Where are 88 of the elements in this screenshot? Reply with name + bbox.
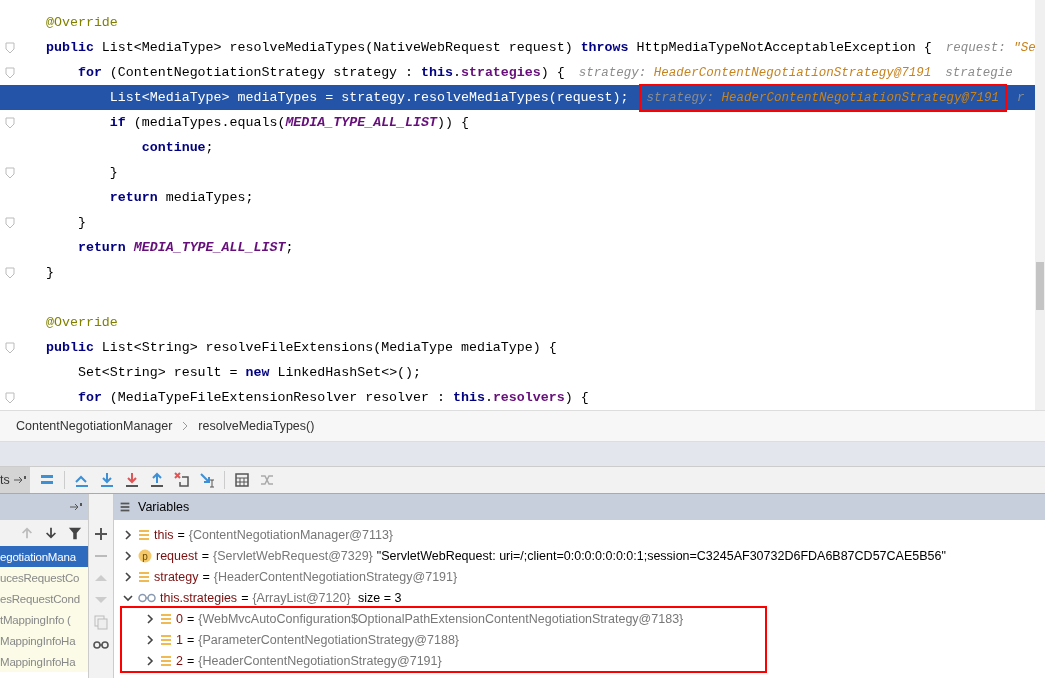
inline-value-hint: request: "Se [945,40,1035,55]
variable-name: 0 [176,611,183,626]
stack-frame[interactable]: ucesRequestCo [0,567,88,588]
inline-value-hint: strategie [945,65,1013,80]
expand-chevron-icon[interactable] [122,528,134,541]
run-to-cursor-icon[interactable] [198,472,215,488]
code-line: } [0,160,1035,185]
variable-name: this [154,527,174,542]
fold-marker-icon[interactable] [5,391,15,404]
stack-frame[interactable]: tMappingInfo ( [0,609,88,630]
variable-name: 2 [176,653,183,668]
code-line: @Override [45,14,119,32]
variable-name: 1 [176,632,183,647]
stack-frame[interactable]: esRequestCond [0,588,88,609]
code-line: if (mediaTypes.equals(MEDIA_TYPE_ALL_LIST)) { [0,110,1035,135]
field-icon [160,633,172,646]
code-line: } [0,210,1035,235]
step-into-icon[interactable] [98,472,115,488]
expand-chevron-icon[interactable] [144,633,156,646]
panel-title: Variables [138,500,190,514]
expand-chevron-icon[interactable] [122,549,134,562]
fold-marker-icon[interactable] [5,341,15,354]
inline-value-hint: strategy: HeaderContentNegotiationStrategy@7191 [578,65,932,80]
code-line: public List<MediaType> resolveMediaTypes(NativeWebRequest request) throws HttpMediaTypeNotAcceptableException { request: "Se [0,35,1035,60]
code-line: continue; [140,139,215,157]
glasses-icon [138,592,156,603]
step-out-icon[interactable] [148,472,165,488]
fold-marker-icon[interactable] [5,116,15,129]
stack-frame[interactable]: egotiationMana [0,546,88,567]
equals-sign: = [202,569,210,584]
expand-chevron-icon[interactable] [144,612,156,625]
fold-marker-icon[interactable] [5,41,15,54]
code-line: for (ContentNegotiationStrategy strategy : this.strategies) { strategy: HeaderContentNegotiationStrategy@7191 strategie [0,60,1035,85]
field-icon [138,528,150,541]
field-icon [160,612,172,625]
code-line: @Override [45,314,119,332]
variable-name: this.strategies [160,590,238,605]
equals-sign: = [241,590,249,605]
chevron-separator-icon [182,421,189,431]
equals-sign: = [186,611,195,626]
tool-tab[interactable]: ts [0,467,30,493]
pin-icon[interactable] [13,476,26,484]
variable-value: {ContentNegotiationManager@7113} [188,527,394,542]
fold-marker-icon[interactable] [5,266,15,279]
variable-value: {HeaderContentNegotiationStrategy@7191} [198,653,442,668]
arrow-down-icon[interactable] [44,526,58,540]
fold-marker-icon[interactable] [5,216,15,229]
variable-name: request [156,548,198,563]
code-line: Set<String> result = new LinkedHashSet<>(); [76,364,423,382]
collection-size: size = 3 [357,590,402,605]
parameter-icon: p [138,548,152,563]
equals-sign: = [177,527,185,542]
code-line: return mediaTypes; [108,189,255,207]
inline-value-hint: r [1017,90,1025,105]
pin-icon[interactable] [70,503,82,511]
equals-sign: = [186,632,195,647]
variable-value: {ParameterContentNegotiationStrategy@7188} [198,632,460,647]
equals-sign: = [186,653,195,668]
string-value: "ServletWebRequest: uri=/;client=0:0:0:0:0:0:0:1;session=C3245AF30732D6FDA6B87CD57CAE5B56" [376,548,946,563]
field-icon [138,570,150,583]
trace-icon[interactable] [258,472,275,488]
code-line: for (MediaTypeFileExtensionResolver resolver : this.resolvers) { [0,385,1035,410]
equals-sign: = [201,548,209,563]
fold-marker-icon[interactable] [5,166,15,179]
fold-marker-icon[interactable] [5,66,15,79]
drop-frame-icon[interactable] [173,472,190,488]
menu-icon[interactable] [118,500,132,514]
expand-chevron-icon[interactable] [144,654,156,667]
force-step-into-icon[interactable] [123,472,140,488]
code-line: } [0,260,1035,285]
stack-frame[interactable]: MappingInfoHa [0,630,88,651]
code-line: return MEDIA_TYPE_ALL_LIST; [76,239,295,257]
variable-value: {HeaderContentNegotiationStrategy@7191} [213,569,458,584]
expand-chevron-icon[interactable] [122,570,134,583]
breadcrumb-item[interactable]: resolveMediaTypes() [198,419,315,433]
stack-frame[interactable]: MappingInfoHa [0,651,88,672]
variable-value: {ServletWebRequest@7329} [213,548,373,563]
arrow-up-icon[interactable] [20,526,34,540]
field-icon [160,654,172,667]
variable-value: {ArrayList@7120} [252,590,351,605]
breadcrumb-item[interactable]: ContentNegotiationManager [16,419,173,433]
filter-icon[interactable] [68,526,82,540]
variable-value: {WebMvcAutoConfiguration$OptionalPathExtensionContentNegotiationStrategy@7183} [198,611,684,626]
code-line: public List<String> resolveFileExtensions(MediaType mediaType) { [0,335,1035,360]
vertical-scrollbar[interactable] [1035,0,1045,410]
calculator-icon[interactable] [233,472,250,488]
add-icon[interactable] [93,526,109,542]
variable-name: strategy [154,569,199,584]
